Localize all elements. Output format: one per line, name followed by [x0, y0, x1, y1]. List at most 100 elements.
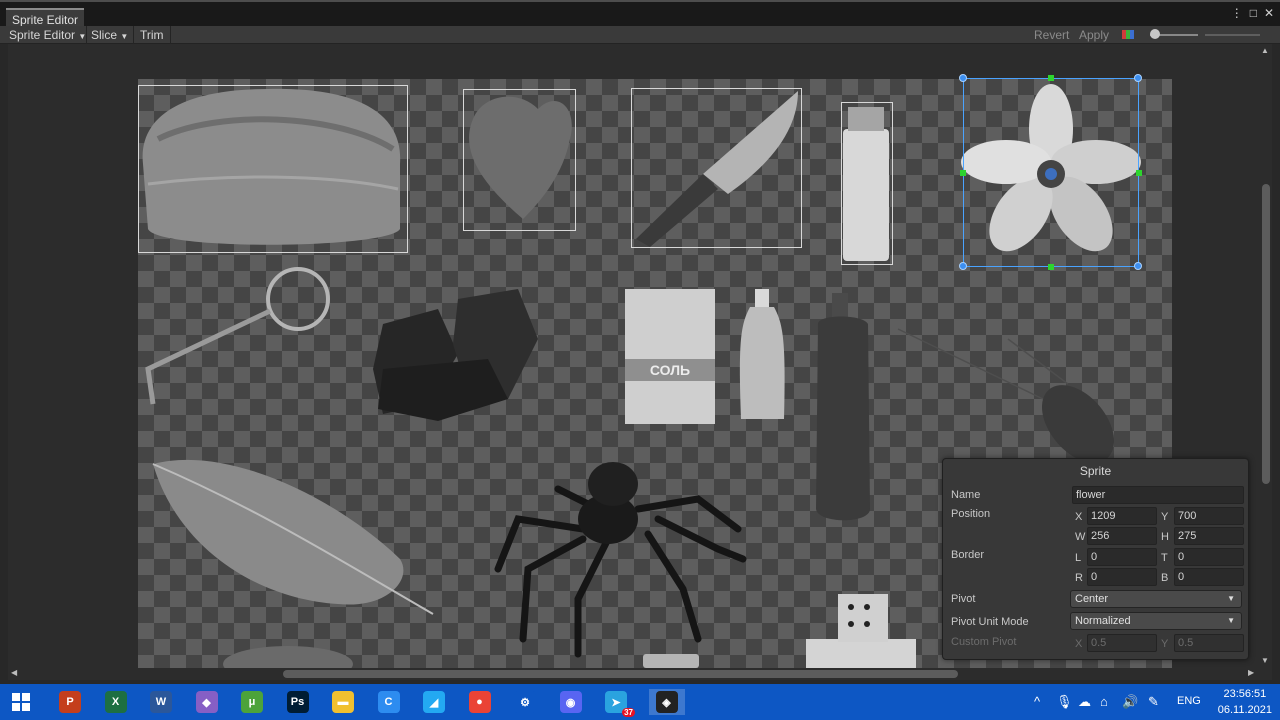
border-t-field[interactable]: 0	[1174, 548, 1244, 566]
custom-pivot-x-field: 0.5	[1087, 634, 1157, 652]
settings-icon[interactable]: ⚙	[512, 689, 538, 715]
pivot-dropdown[interactable]: Center ▼	[1070, 590, 1242, 608]
position-label: Position	[951, 508, 991, 520]
sprite-inspector-panel: Sprite Name flower Position X 1209 Y 700…	[942, 458, 1249, 660]
sprite-rect-bread[interactable]	[138, 85, 408, 253]
border-r-field[interactable]: 0	[1087, 568, 1157, 586]
discord-icon[interactable]: ◉	[558, 689, 584, 715]
scroll-up-icon[interactable]: ▲	[1261, 46, 1269, 55]
visual-studio-icon-glyph: ◆	[195, 691, 218, 713]
cockroach-sprite[interactable]	[897, 328, 1128, 476]
clock-date: 06.11.2021	[1217, 704, 1272, 716]
selected-sprite-rect[interactable]	[963, 78, 1139, 267]
scroll-right-icon[interactable]: ▶	[1248, 668, 1254, 677]
toolbar-divider	[133, 26, 134, 44]
cloud-icon[interactable]: ☁	[1078, 694, 1091, 710]
dropdown-arrow-icon: ▼	[120, 32, 129, 41]
network-icon[interactable]: ⌂	[1100, 694, 1108, 709]
telegram-icon[interactable]: ➤ 37	[603, 689, 635, 717]
big-leaf-sprite[interactable]	[152, 459, 434, 615]
zippo-lighter-sprite[interactable]	[806, 594, 916, 668]
discord-icon-glyph: ◉	[559, 691, 582, 713]
partial-bottle-bottom[interactable]	[643, 654, 699, 668]
zoom-slider-knob[interactable]	[1150, 29, 1160, 39]
slice-menu[interactable]: Slice ▼	[87, 27, 132, 43]
y-label: Y	[1161, 511, 1169, 523]
corner-handle[interactable]	[1134, 74, 1142, 82]
sprite-rect-heart-leaf[interactable]	[463, 89, 576, 231]
border-handle[interactable]	[1048, 75, 1054, 81]
b-label: B	[1161, 572, 1169, 584]
toolbar-divider	[170, 26, 171, 44]
window-tab-title[interactable]: Sprite Editor	[6, 8, 85, 28]
toolbar: Sprite Editor ▼ Slice ▼ Trim Revert Appl…	[0, 26, 1280, 44]
powerpoint-icon[interactable]: P	[57, 689, 83, 715]
position-w-field[interactable]: 256	[1087, 527, 1157, 545]
vscode-icon-glyph: ◢	[423, 691, 445, 713]
maximize-icon[interactable]: □	[1250, 6, 1257, 20]
sprite-editor-window: Sprite Editor ⋮ □ ✕ Sprite Editor ▼ Slic…	[0, 0, 1280, 684]
r-label: R	[1075, 572, 1083, 584]
water-bottle-sprite[interactable]	[739, 289, 785, 419]
pivot-unit-mode-value: Normalized	[1075, 615, 1131, 627]
browser-c-icon-glyph: C	[377, 691, 400, 713]
visual-studio-icon[interactable]: ◆	[194, 689, 220, 715]
clock-time: 23:56:51	[1223, 688, 1267, 700]
excel-icon[interactable]: X	[103, 689, 129, 715]
gas-cylinder-sprite[interactable]	[816, 293, 870, 521]
sprite-rect-lighter[interactable]	[841, 102, 893, 265]
unity-icon[interactable]: ◈	[648, 689, 685, 715]
file-explorer-icon-glyph: ▬	[332, 691, 354, 713]
apply-button[interactable]: Apply	[1075, 27, 1113, 43]
custom-pivot-y-field: 0.5	[1174, 634, 1244, 652]
coal-sprite[interactable]	[373, 289, 538, 421]
corner-handle[interactable]	[959, 262, 967, 270]
pen-icon[interactable]: ✎	[1148, 694, 1159, 710]
trim-button[interactable]: Trim	[136, 27, 168, 43]
windows-start-icon[interactable]	[8, 689, 34, 715]
mip-slider-track[interactable]	[1205, 34, 1260, 36]
border-handle[interactable]	[1048, 264, 1054, 270]
sprite-rect-knife[interactable]	[631, 88, 802, 248]
position-x-field[interactable]: 1209	[1087, 507, 1157, 525]
vscode-icon[interactable]: ◢	[421, 689, 447, 715]
corner-handle[interactable]	[1134, 262, 1142, 270]
file-explorer-icon[interactable]: ▬	[330, 689, 356, 715]
spider-sprite[interactable]	[494, 462, 747, 658]
language-indicator[interactable]: ENG	[1177, 695, 1201, 707]
scroll-down-icon[interactable]: ▼	[1261, 656, 1269, 665]
unity-icon-glyph: ◈	[655, 691, 678, 713]
position-y-field[interactable]: 700	[1174, 507, 1244, 525]
vertical-scroll-thumb[interactable]	[1262, 184, 1270, 484]
volume-icon[interactable]: 🔊	[1122, 694, 1138, 710]
border-handle[interactable]	[960, 170, 966, 176]
clock[interactable]: 23:56:51 06.11.2021	[1218, 686, 1272, 718]
browser-c-icon[interactable]: C	[376, 689, 402, 715]
pivot-unit-mode-dropdown[interactable]: Normalized ▼	[1070, 612, 1242, 630]
border-handle[interactable]	[1136, 170, 1142, 176]
border-l-field[interactable]: 0	[1087, 548, 1157, 566]
magnifier-sprite[interactable]	[145, 267, 330, 405]
horizontal-scroll-thumb[interactable]	[283, 670, 958, 678]
photoshop-icon[interactable]: Ps	[285, 689, 311, 715]
position-h-field[interactable]: 275	[1174, 527, 1244, 545]
partial-sprite-bottom[interactable]	[223, 646, 353, 668]
rgb-channel-icon[interactable]	[1122, 30, 1134, 39]
salt-pack-sprite[interactable]: СОЛЬ	[625, 289, 715, 424]
utorrent-icon[interactable]: μ	[239, 689, 265, 715]
sprite-editor-menu[interactable]: Sprite Editor ▼	[5, 27, 90, 43]
microphone-icon[interactable]: 🎙	[1056, 694, 1073, 710]
border-b-field[interactable]: 0	[1174, 568, 1244, 586]
chrome-icon[interactable]: ●	[467, 689, 493, 715]
corner-handle[interactable]	[959, 74, 967, 82]
pivot-unit-mode-label: Pivot Unit Mode	[951, 616, 1029, 628]
scroll-left-icon[interactable]: ◀	[11, 668, 17, 677]
revert-button[interactable]: Revert	[1030, 27, 1073, 43]
name-field[interactable]: flower	[1072, 486, 1244, 504]
more-options-icon[interactable]: ⋮	[1231, 6, 1243, 20]
word-icon[interactable]: W	[148, 689, 174, 715]
chrome-icon-glyph: ●	[468, 691, 491, 713]
chevron-down-icon: ▼	[1227, 594, 1235, 603]
close-icon[interactable]: ✕	[1264, 6, 1274, 20]
show-hidden-icons-icon[interactable]: ^	[1034, 694, 1040, 709]
